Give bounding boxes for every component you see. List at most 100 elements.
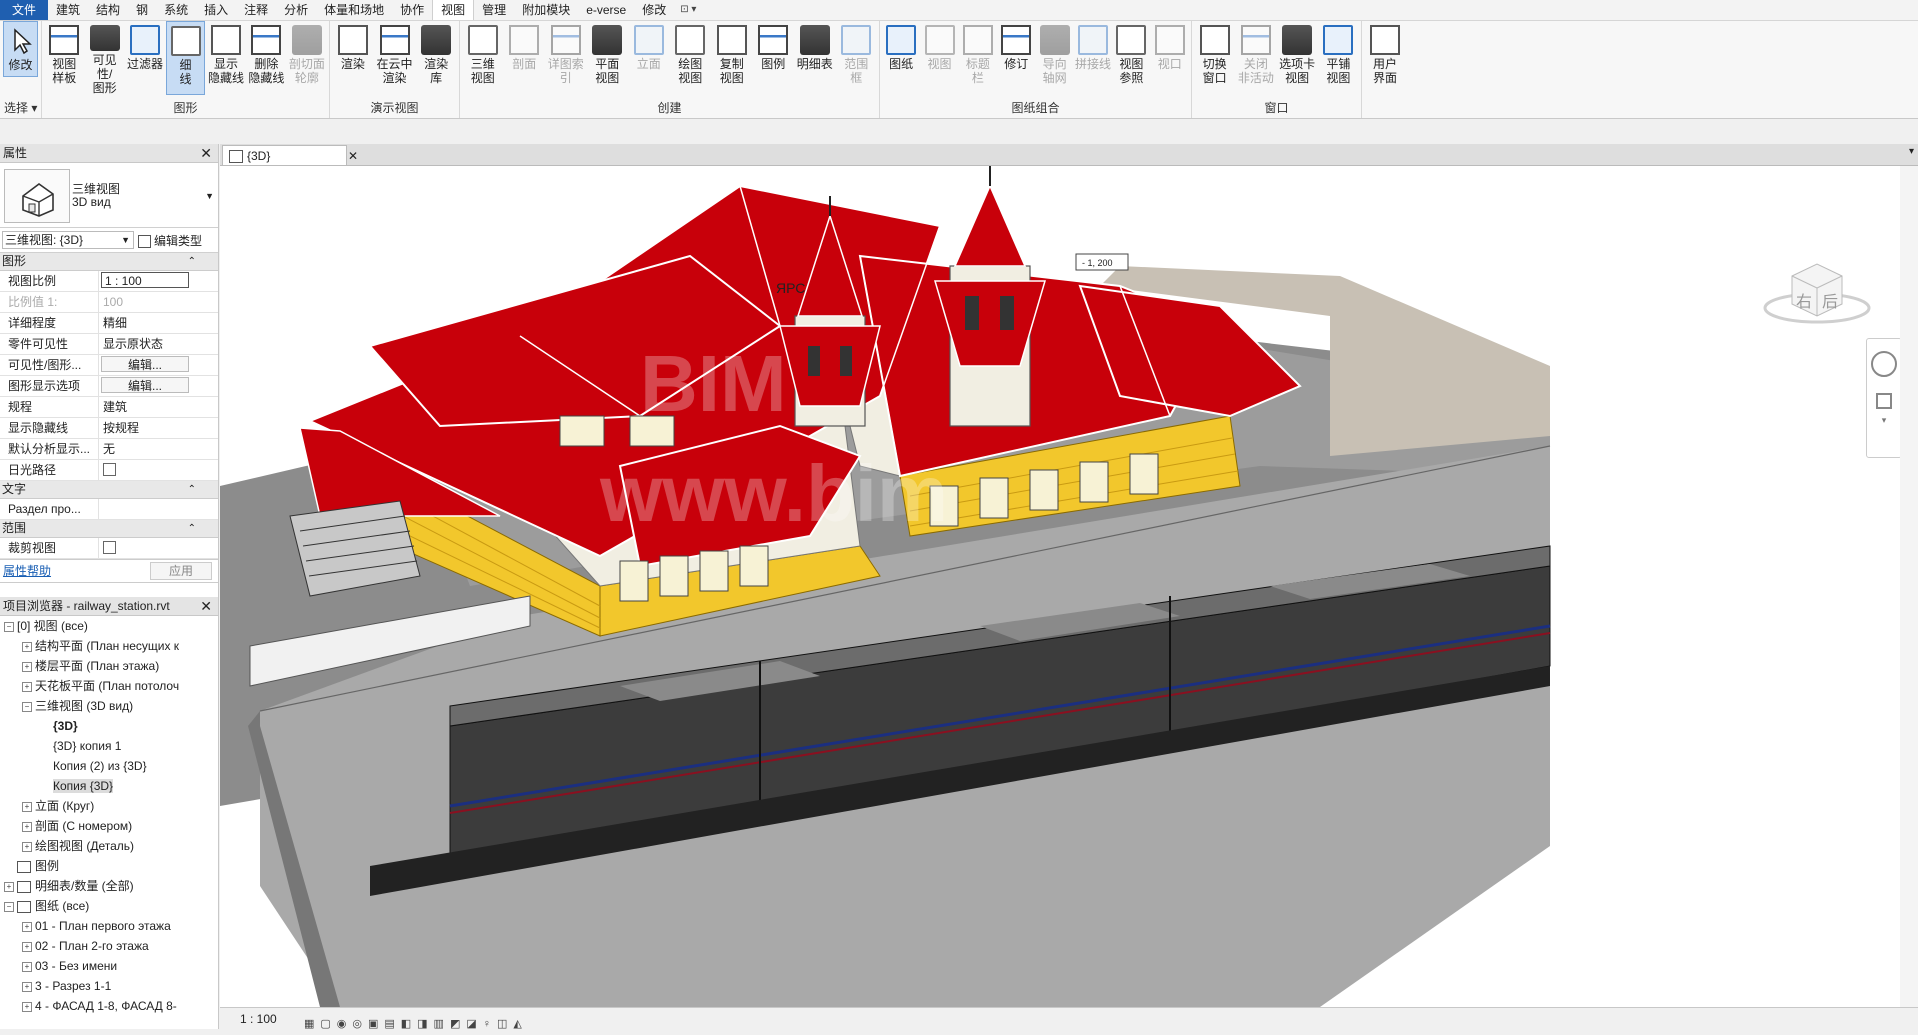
chevron-down-icon[interactable]: ▾ (1867, 415, 1901, 426)
windows-button-1[interactable]: 关闭 非活动 (1236, 21, 1275, 95)
collapse-icon[interactable]: ⌃ (188, 481, 196, 498)
create-button-3[interactable]: 平面 视图 (588, 21, 628, 95)
menu-tab-14[interactable]: 修改 (634, 0, 674, 20)
view-control-icons[interactable]: ▦▢◉◎▣▤◧◨▥◩◪♀◫◭ (304, 1013, 528, 1035)
create-button-5[interactable]: 绘图 视图 (671, 21, 711, 95)
sheet-button-7[interactable]: 视口 (1152, 21, 1188, 95)
property-value[interactable]: 按规程 (99, 418, 218, 438)
sheet-button-3[interactable]: 修订 (998, 21, 1034, 95)
tree-item[interactable]: +01 - План первого этажа (0, 916, 218, 936)
chevron-down-icon[interactable]: ▼ (205, 191, 214, 201)
close-icon[interactable]: ✕ (200, 597, 212, 615)
tree-item[interactable]: + 立面 (Круг) (0, 796, 218, 816)
ui-button-0[interactable]: 用户 界面 (1365, 21, 1405, 95)
tree-item[interactable]: + 剖面 (С номером) (0, 816, 218, 836)
create-button-7[interactable]: 图例 (754, 21, 794, 95)
section-graphics[interactable]: 图形 ⌃ (0, 253, 218, 271)
select-dropdown[interactable]: 选择 ▾ (0, 99, 41, 116)
presentation-button-2[interactable]: 渲染 库 (416, 21, 456, 95)
menu-tab-2[interactable]: 结构 (88, 0, 128, 20)
tree-item[interactable]: +4 - ФАСАД 1-8, ФАСАД 8- (0, 996, 218, 1016)
close-icon[interactable]: ✕ (200, 144, 212, 162)
tree-item[interactable]: + 结构平面 (План несущих к (0, 636, 218, 656)
graphics-button-4[interactable]: 显示 隐藏线 (207, 21, 245, 95)
tree-item[interactable]: + 绘图视图 (Деталь) (0, 836, 218, 856)
create-button-4[interactable]: 立面 (629, 21, 669, 95)
property-checkbox[interactable] (103, 541, 116, 555)
sheet-button-2[interactable]: 标题 栏 (960, 21, 996, 95)
tree-item[interactable]: + 楼层平面 (План этажа) (0, 656, 218, 676)
property-value[interactable]: 编辑... (99, 376, 218, 396)
menu-tab-10[interactable]: 视图 (432, 0, 475, 20)
cube-face-right[interactable]: 右 (1796, 288, 1812, 312)
expand-icon[interactable]: + (22, 921, 32, 932)
modify-button[interactable]: 修改 (3, 21, 38, 77)
collapse-icon[interactable]: − (22, 701, 32, 712)
edit-type-button[interactable]: 编辑类型 (138, 232, 202, 249)
expand-icon[interactable]: + (22, 641, 32, 652)
viewport-scrollbar[interactable] (1900, 166, 1918, 1007)
steering-wheel-icon[interactable] (1871, 351, 1897, 377)
expand-icon[interactable]: + (22, 981, 32, 992)
property-value[interactable]: 编辑... (99, 355, 218, 375)
sheet-button-5[interactable]: 拼接线 (1075, 21, 1111, 95)
sheet-button-4[interactable]: 导向 轴网 (1037, 21, 1073, 95)
menu-tab-0[interactable]: 文件 (0, 0, 49, 20)
tree-item[interactable]: − [0] 视图 (все) (0, 616, 218, 636)
expand-icon[interactable]: + (22, 681, 32, 692)
cube-face-back[interactable]: 后 (1822, 288, 1838, 312)
edit-button[interactable]: 编辑... (101, 356, 189, 372)
expand-icon[interactable]: + (22, 661, 32, 672)
menu-tab-15[interactable]: ⊡ ▾ (674, 0, 702, 20)
create-button-2[interactable]: 详图索引 (546, 21, 586, 95)
collapse-icon[interactable]: − (4, 621, 14, 632)
create-button-1[interactable]: 剖面 (505, 21, 545, 95)
presentation-button-1[interactable]: 在云中 渲染 (375, 21, 415, 95)
menu-tab-3[interactable]: 钢 (128, 0, 156, 20)
edit-button[interactable]: 编辑... (101, 377, 189, 393)
graphics-button-5[interactable]: 删除 隐藏线 (247, 21, 285, 95)
menu-tab-6[interactable]: 注释 (236, 0, 276, 20)
menu-tab-11[interactable]: 管理 (474, 0, 514, 20)
property-value[interactable]: 精细 (99, 313, 218, 333)
instance-dropdown[interactable]: 三维视图: {3D} ▼ (2, 231, 134, 249)
menu-tab-13[interactable]: e-verse (578, 0, 634, 20)
type-selector[interactable]: 三维视图 3D вид ▼ (0, 163, 218, 228)
create-button-6[interactable]: 复制 视图 (712, 21, 752, 95)
expand-icon[interactable]: + (22, 1001, 32, 1012)
graphics-button-6[interactable]: 剖切面 轮廓 (288, 21, 326, 95)
windows-button-3[interactable]: 平铺 视图 (1319, 21, 1358, 95)
graphics-button-0[interactable]: 视图 样板 (45, 21, 83, 95)
collapse-icon[interactable]: ⌃ (188, 520, 196, 537)
property-value[interactable]: 建筑 (99, 397, 218, 417)
presentation-button-0[interactable]: 渲染 (333, 21, 373, 95)
apply-button[interactable]: 应用 (150, 562, 212, 580)
collapse-icon[interactable]: ⌃ (188, 253, 196, 270)
tree-item[interactable]: Копия (2) из {3D} (0, 756, 218, 776)
tree-item[interactable]: +02 - План 2-го этажа (0, 936, 218, 956)
create-button-8[interactable]: 明细表 (795, 21, 835, 95)
expand-icon[interactable]: + (22, 821, 32, 832)
tree-item[interactable]: + 明细表/数量 (全部) (0, 876, 218, 896)
sheet-button-6[interactable]: 视图 参照 (1113, 21, 1149, 95)
tree-item[interactable]: − 图纸 (все) (0, 896, 218, 916)
expand-icon[interactable]: + (22, 841, 32, 852)
create-button-9[interactable]: 范围 框 (837, 21, 877, 95)
expand-icon[interactable]: + (22, 941, 32, 952)
menu-tab-8[interactable]: 体量和场地 (316, 0, 392, 20)
tree-item[interactable]: + 天花板平面 (План потолоч (0, 676, 218, 696)
tree-item[interactable]: {3D} копия 1 (0, 736, 218, 756)
property-value[interactable]: 1 : 100 (99, 271, 218, 291)
graphics-button-2[interactable]: 过滤器 (126, 21, 164, 95)
view-cube[interactable]: 右 后 (1762, 256, 1872, 326)
windows-button-0[interactable]: 切换 窗口 (1195, 21, 1234, 95)
windows-button-2[interactable]: 选项卡 视图 (1278, 21, 1317, 95)
menu-tab-9[interactable]: 协作 (392, 0, 432, 20)
expand-icon[interactable]: + (22, 961, 32, 972)
sheet-button-1[interactable]: 视图 (921, 21, 957, 95)
zoom-icon[interactable] (1876, 393, 1892, 409)
sheet-button-0[interactable]: 图纸 (883, 21, 919, 95)
tree-item[interactable]: {3D} (0, 716, 218, 736)
tab-overflow-icon[interactable]: ▾ (1909, 146, 1914, 157)
menu-tab-12[interactable]: 附加模块 (514, 0, 578, 20)
